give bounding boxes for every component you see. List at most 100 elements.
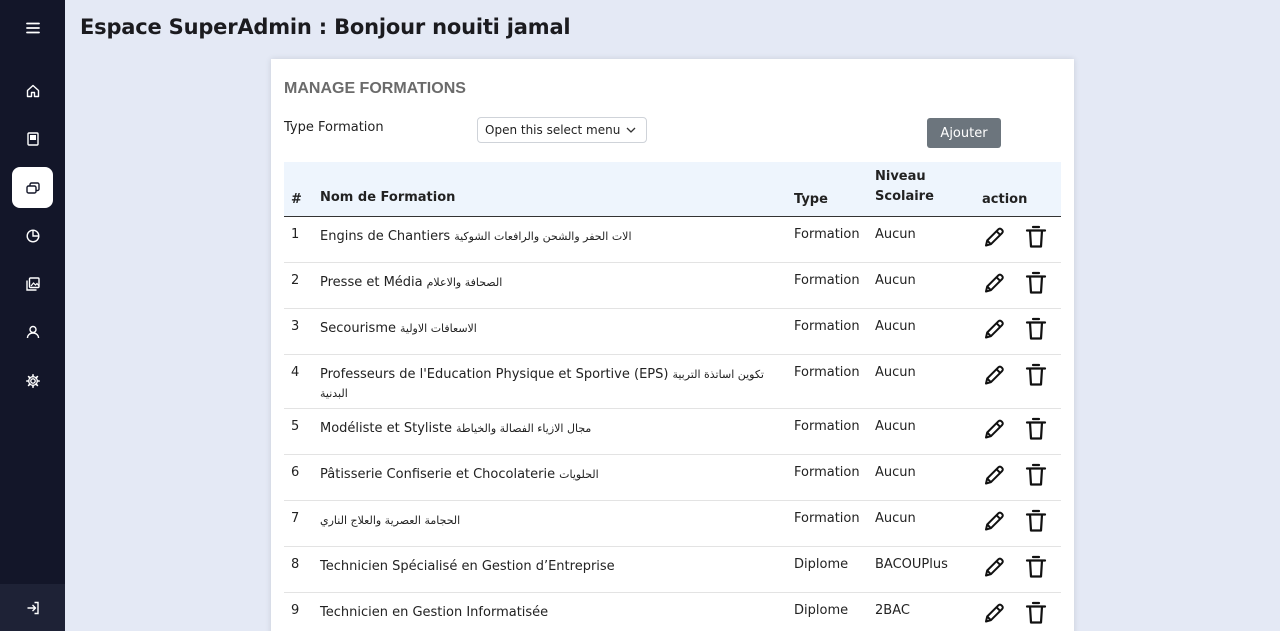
- edit-button[interactable]: [982, 316, 1006, 342]
- row-number: 3: [284, 308, 320, 355]
- formation-name-fr: Modéliste et Styliste: [320, 420, 453, 436]
- formation-name-ar: الات الحفر والشحن والرافعات الشوكية: [454, 229, 632, 243]
- menu-button[interactable]: [12, 7, 53, 48]
- formation-niveau: Aucun: [875, 262, 982, 309]
- delete-button[interactable]: [1024, 416, 1048, 442]
- sidebar-item-gallery[interactable]: [12, 263, 53, 304]
- edit-button[interactable]: [982, 600, 1006, 626]
- pencil-icon: [985, 511, 1004, 530]
- row-actions: [982, 262, 1061, 309]
- type-formation-select[interactable]: Open this select menu: [477, 117, 647, 143]
- type-formation-label: Type Formation: [284, 120, 384, 135]
- pencil-icon: [985, 227, 1004, 246]
- edit-button[interactable]: [982, 416, 1006, 442]
- col-niveau-header: Niveau Scolaire: [875, 162, 982, 217]
- sidebar-item-home[interactable]: [12, 70, 53, 111]
- table-row: 4 Professeurs de l'Education Physique et…: [284, 354, 1061, 409]
- formation-name-ar: الحجامة العصرية والعلاج الناري: [320, 513, 461, 527]
- formations-table: # Nom de Formation Type Niveau Scolaire …: [284, 162, 1061, 631]
- edit-button[interactable]: [982, 224, 1006, 250]
- row-actions: [982, 546, 1061, 593]
- formation-niveau: 2BAC: [875, 592, 982, 631]
- row-actions: [982, 216, 1061, 263]
- formation-niveau: Aucun: [875, 454, 982, 501]
- logout-button[interactable]: [0, 584, 65, 631]
- trash-icon: [1025, 555, 1047, 578]
- trash-icon: [1025, 417, 1047, 440]
- table-row: 1 Engins de Chantiers الات الحفر والشحن و…: [284, 216, 1061, 263]
- formation-name: Presse et Média الصحافة والاعلام: [320, 262, 794, 309]
- formation-name-fr: Professeurs de l'Education Physique et S…: [320, 366, 669, 382]
- formation-niveau: Aucun: [875, 408, 982, 455]
- table-row: 5 Modéliste et Styliste مجال الازياء الفص…: [284, 408, 1061, 455]
- table-header-row: # Nom de Formation Type Niveau Scolaire …: [284, 162, 1061, 217]
- select-value: Open this select menu: [485, 123, 621, 137]
- page-title: Espace SuperAdmin : Bonjour nouiti jamal: [80, 15, 571, 39]
- edit-button[interactable]: [982, 270, 1006, 296]
- formation-niveau: Aucun: [875, 216, 982, 263]
- formation-name: Engins de Chantiers الات الحفر والشحن وال…: [320, 216, 794, 263]
- formation-name-fr: Technicien en Gestion Informatisée: [320, 604, 549, 620]
- formation-niveau: Aucun: [875, 354, 982, 409]
- pencil-icon: [985, 603, 1004, 622]
- row-actions: [982, 308, 1061, 355]
- edit-button[interactable]: [982, 554, 1006, 580]
- edit-button[interactable]: [982, 462, 1006, 488]
- table-row: 3 Secourisme الاسعافات الاولية Formation …: [284, 308, 1061, 355]
- formation-name: Pâtisserie Confiserie et Chocolaterie الح…: [320, 454, 794, 501]
- user-icon: [26, 325, 39, 338]
- edit-button[interactable]: [982, 362, 1006, 388]
- row-number: 9: [284, 592, 320, 631]
- col-num-header: #: [284, 162, 320, 217]
- delete-button[interactable]: [1024, 554, 1048, 580]
- gallery-icon: [25, 276, 40, 291]
- pencil-icon: [985, 419, 1004, 438]
- table-row: 8 Technicien Spécialisé en Gestion d’Ent…: [284, 546, 1061, 593]
- col-action-header: action: [982, 162, 1061, 217]
- formation-niveau: Aucun: [875, 308, 982, 355]
- table-row: 7 الحجامة العصرية والعلاج الناري Formati…: [284, 500, 1061, 547]
- add-button[interactable]: Ajouter: [927, 118, 1001, 148]
- delete-button[interactable]: [1024, 508, 1048, 534]
- table-row: 6 Pâtisserie Confiserie et Chocolaterie ا…: [284, 454, 1061, 501]
- sidebar-item-book[interactable]: [12, 118, 53, 159]
- pencil-icon: [985, 557, 1004, 576]
- formation-name: Professeurs de l'Education Physique et S…: [320, 354, 794, 409]
- delete-button[interactable]: [1024, 600, 1048, 626]
- formation-name-fr: Presse et Média: [320, 274, 423, 290]
- sidebar-item-stats[interactable]: [12, 215, 53, 256]
- formation-name-fr: Secourisme: [320, 320, 396, 336]
- delete-button[interactable]: [1024, 270, 1048, 296]
- row-actions: [982, 500, 1061, 547]
- row-number: 4: [284, 354, 320, 409]
- row-number: 6: [284, 454, 320, 501]
- sidebar-item-formations[interactable]: [12, 167, 53, 208]
- row-actions: [982, 592, 1061, 631]
- row-number: 2: [284, 262, 320, 309]
- formations-card: MANAGE FORMATIONS Type Formation Open th…: [271, 59, 1074, 631]
- pencil-icon: [985, 273, 1004, 292]
- delete-button[interactable]: [1024, 362, 1048, 388]
- delete-button[interactable]: [1024, 316, 1048, 342]
- row-actions: [982, 354, 1061, 409]
- formation-type: Formation: [794, 454, 875, 501]
- formation-name: Secourisme الاسعافات الاولية: [320, 308, 794, 355]
- formation-name-ar: الاسعافات الاولية: [399, 321, 477, 335]
- row-number: 7: [284, 500, 320, 547]
- logout-icon: [27, 601, 39, 614]
- col-name-header: Nom de Formation: [320, 162, 794, 217]
- delete-button[interactable]: [1024, 224, 1048, 250]
- formation-name-fr: Engins de Chantiers: [320, 228, 451, 244]
- formation-niveau: BACOUPlus: [875, 546, 982, 593]
- formations-icon: [25, 181, 40, 194]
- pencil-icon: [985, 465, 1004, 484]
- sidebar-item-users[interactable]: [12, 311, 53, 352]
- delete-button[interactable]: [1024, 462, 1048, 488]
- trash-icon: [1025, 271, 1047, 294]
- sidebar-item-settings[interactable]: [12, 360, 53, 401]
- formation-type: Diplome: [794, 546, 875, 593]
- formation-name-ar: الصحافة والاعلام: [426, 275, 503, 289]
- edit-button[interactable]: [982, 508, 1006, 534]
- sidebar: [0, 0, 65, 631]
- formation-name: Technicien en Gestion Informatisée: [320, 592, 794, 631]
